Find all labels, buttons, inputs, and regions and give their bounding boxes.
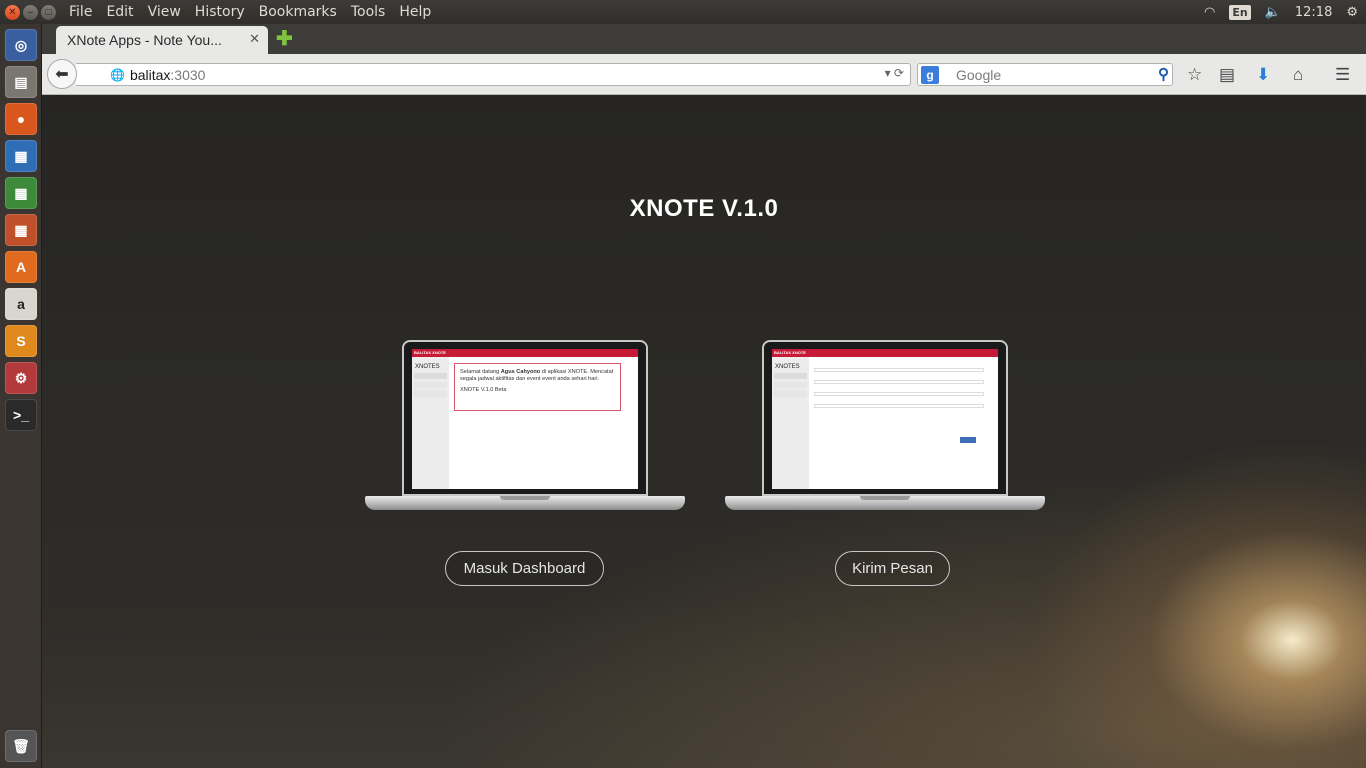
mock-link (414, 373, 447, 379)
menu-view[interactable]: View (148, 4, 181, 20)
amazon-icon[interactable]: a (5, 288, 37, 320)
trash-icon[interactable]: 🗑 (5, 730, 37, 762)
window-minimize-icon[interactable]: – (23, 4, 38, 20)
mock-link (414, 382, 447, 388)
laptop-base (365, 496, 685, 510)
tab-title: XNote Apps - Note You... (67, 32, 222, 48)
terminal-icon[interactable]: >_ (5, 399, 37, 431)
reading-list-icon[interactable]: ▤ (1219, 65, 1235, 85)
writer-icon[interactable]: ▦ (5, 140, 37, 172)
navigation-toolbar: 🌐 balitax:3030 ▾ ⟳ ⬅ g Google ⚲ ☆ ▤ ⬇ ⌂ … (42, 54, 1366, 95)
mock-logo: XNOTES (775, 364, 800, 370)
unity-launcher: ◎ ▤ ● ▦ ▦ ▦ A a S ⚙ >_ 🗑 (0, 24, 42, 768)
bookmark-star-icon[interactable]: ☆ (1187, 65, 1202, 85)
menu-edit[interactable]: Edit (106, 4, 133, 20)
kirim-pesan-button[interactable]: Kirim Pesan (835, 551, 950, 586)
google-engine-icon[interactable]: g (921, 65, 939, 84)
laptop-preview-dashboard: BALITAX XNOTE XNOTES Selamat datang Agus… (365, 340, 685, 520)
firefox-icon[interactable]: ● (5, 103, 37, 135)
mock-link (774, 391, 807, 397)
clock[interactable]: 12:18 (1295, 5, 1332, 20)
impress-icon[interactable]: ▦ (5, 214, 37, 246)
window-close-icon[interactable]: ✕ (5, 4, 20, 20)
mock-welcome-name: Agus Cahyono (500, 369, 541, 375)
laptop-notch (500, 496, 550, 500)
globe-icon[interactable]: 🌐 (110, 68, 125, 82)
mock-header: BALITAX XNOTE (772, 349, 998, 357)
menu-file[interactable]: File (69, 4, 92, 20)
system-settings-icon[interactable]: ⚙ (5, 362, 37, 394)
wifi-icon[interactable]: ◠ (1204, 5, 1215, 20)
mock-welcome-box: Selamat datang Agus Cahyono di aplikasi … (454, 363, 621, 411)
mock-form-label (814, 375, 984, 379)
search-bar[interactable]: g Google ⚲ (917, 63, 1173, 86)
page-title: XNOTE V.1.0 (629, 195, 779, 222)
page-content: XNOTE V.1.0 BALITAX XNOTE XNOTES Selamat… (42, 95, 1366, 768)
menu-hamburger-icon[interactable]: ☰ (1335, 65, 1350, 85)
mock-form (814, 363, 984, 411)
mock-form-label (814, 387, 984, 391)
mock-link (774, 382, 807, 388)
menu-bookmarks[interactable]: Bookmarks (259, 4, 337, 20)
url-bar[interactable]: 🌐 balitax:3030 ▾ ⟳ (76, 63, 911, 86)
menu-history[interactable]: History (195, 4, 245, 20)
url-dropdown-reload-icon[interactable]: ▾ ⟳ (885, 66, 904, 80)
settings-gear-icon[interactable]: ⚙ (1346, 5, 1358, 20)
mock-header: BALITAX XNOTE (412, 349, 638, 357)
top-panel: ✕ – □ File Edit View History Bookmarks T… (0, 0, 1366, 24)
new-tab-icon[interactable]: ✚ (276, 28, 296, 50)
laptop-preview-message: BALITAX XNOTE XNOTES (725, 340, 1045, 520)
mock-form-input (814, 404, 984, 408)
calc-icon[interactable]: ▦ (5, 177, 37, 209)
laptop-lid: BALITAX XNOTE XNOTES Selamat datang Agus… (402, 340, 648, 496)
dash-home-icon[interactable]: ◎ (5, 29, 37, 61)
mock-form-input (814, 380, 984, 384)
laptop-screen: BALITAX XNOTE XNOTES (772, 349, 998, 489)
tab-xnote[interactable]: XNote Apps - Note You... ✕ (56, 26, 268, 54)
url-port: :3030 (170, 66, 206, 83)
mock-form-input (814, 368, 984, 372)
mock-sidebar: XNOTES (772, 357, 809, 489)
mock-submit (960, 437, 976, 443)
sublime-text-icon[interactable]: S (5, 325, 37, 357)
mock-version: XNOTE V.1.0 Beta (460, 387, 507, 393)
home-icon[interactable]: ⌂ (1293, 65, 1303, 85)
window-maximize-icon[interactable]: □ (41, 4, 56, 20)
laptop-lid: BALITAX XNOTE XNOTES (762, 340, 1008, 496)
back-arrow-icon: ⬅ (55, 66, 69, 83)
software-center-icon[interactable]: A (5, 251, 37, 283)
volume-icon[interactable]: 🔈 (1265, 5, 1281, 20)
mock-form-label (814, 363, 984, 367)
back-button[interactable]: ⬅ (47, 59, 77, 89)
search-placeholder: Google (956, 66, 1002, 83)
system-tray: ◠ En 🔈 12:18 ⚙ (1204, 0, 1366, 24)
downloads-icon[interactable]: ⬇ (1256, 65, 1270, 85)
tab-strip: XNote Apps - Note You... ✕ ✚ (42, 24, 1366, 54)
mock-link (414, 391, 447, 397)
menu-help[interactable]: Help (399, 4, 431, 20)
search-icon[interactable]: ⚲ (1158, 65, 1169, 83)
laptop-notch (860, 496, 910, 500)
keyboard-layout-indicator[interactable]: En (1229, 4, 1251, 20)
mock-logo: XNOTES (415, 364, 440, 370)
tab-close-icon[interactable]: ✕ (249, 31, 260, 47)
mock-sidebar: XNOTES (412, 357, 449, 489)
laptop-base (725, 496, 1045, 510)
files-icon[interactable]: ▤ (5, 66, 37, 98)
mock-welcome-prefix: Selamat datang (460, 369, 501, 375)
url-host: balitax (129, 66, 171, 83)
mock-form-input (814, 392, 984, 396)
mock-form-label (814, 399, 984, 403)
mock-link (774, 373, 807, 379)
menu-tools[interactable]: Tools (351, 4, 386, 20)
laptop-screen: BALITAX XNOTE XNOTES Selamat datang Agus… (412, 349, 638, 489)
masuk-dashboard-button[interactable]: Masuk Dashboard (445, 551, 604, 586)
